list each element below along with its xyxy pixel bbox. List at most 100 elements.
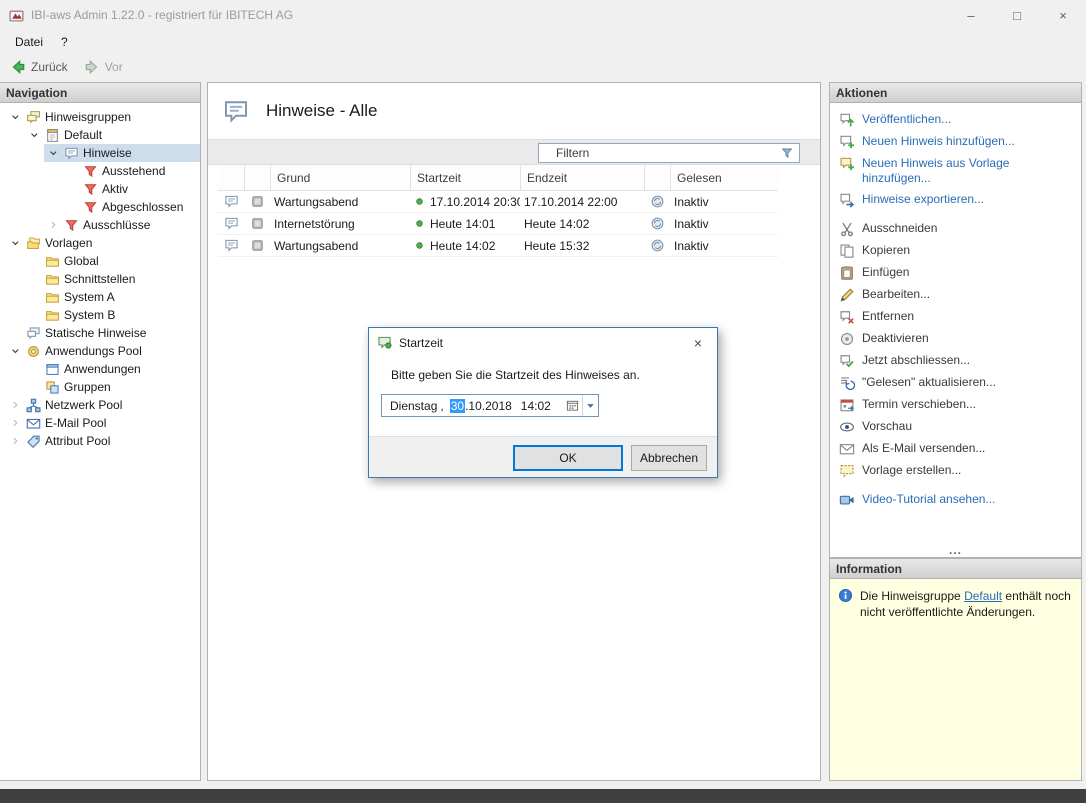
chevron-down-icon[interactable] — [25, 128, 43, 143]
nav-item-gruppen[interactable]: Gruppen — [25, 378, 200, 396]
close-button[interactable]: × — [1040, 0, 1086, 30]
nav-item-aktiv[interactable]: Aktiv — [63, 180, 200, 198]
dialog-close-button[interactable]: × — [680, 329, 716, 357]
cancel-button[interactable]: Abbrechen — [631, 445, 707, 471]
action-deaktivieren[interactable]: Deaktivieren — [830, 328, 1081, 350]
filter-red-icon — [64, 218, 79, 233]
actions-overflow[interactable]: ... — [830, 545, 1081, 556]
nav-item-e-mail-pool[interactable]: E-Mail Pool — [6, 414, 200, 432]
default-group-link[interactable]: Default — [964, 589, 1002, 603]
action-hinweise-exportieren[interactable]: Hinweise exportieren... — [830, 189, 1081, 211]
action-label: Als E-Mail versenden... — [862, 441, 985, 456]
datetime-day-selected[interactable]: 30 — [450, 399, 465, 413]
nav-item-anwendungs-pool[interactable]: Anwendungs Pool — [6, 342, 200, 360]
column-header-icon[interactable] — [644, 165, 670, 190]
action-ver-ffentlichen[interactable]: Veröffentlichen... — [830, 109, 1081, 131]
nav-item-schnittstellen[interactable]: Schnittstellen — [25, 270, 200, 288]
action-kopieren[interactable]: Kopieren — [830, 240, 1081, 262]
datetime-weekday[interactable]: Dienstag — [390, 399, 437, 413]
back-arrow-icon — [10, 59, 26, 75]
datetime-month-year[interactable]: .10.2018 — [465, 399, 512, 413]
action-label: Neuen Hinweis hinzufügen... — [862, 134, 1015, 149]
datetime-time[interactable]: 14:02 — [521, 399, 551, 413]
hint-icon — [224, 216, 239, 231]
column-header-icon[interactable] — [244, 165, 270, 190]
cell-gelesen: Inaktiv — [670, 213, 778, 234]
nav-item-hinweise[interactable]: Hinweise — [44, 144, 200, 162]
calendar-icon[interactable] — [566, 399, 579, 412]
action-vorschau[interactable]: Vorschau — [830, 416, 1081, 438]
nav-item-attribut-pool[interactable]: Attribut Pool — [6, 432, 200, 450]
hint-icon — [224, 238, 239, 253]
action-als-e-mail-versenden[interactable]: Als E-Mail versenden... — [830, 438, 1081, 460]
action-jetzt-abschliessen[interactable]: Jetzt abschliessen... — [830, 350, 1081, 372]
nav-item-label: Hinweise — [83, 146, 132, 160]
action-gelesen-aktualisieren[interactable]: "Gelesen" aktualisieren... — [830, 372, 1081, 394]
nav-item-hinweisgruppen[interactable]: Hinweisgruppen — [6, 108, 200, 126]
dropdown-arrow-icon[interactable] — [584, 399, 597, 412]
nav-item-statische-hinweise[interactable]: Statische Hinweise — [6, 324, 200, 342]
cut-icon — [839, 221, 855, 237]
nav-item-global[interactable]: Global — [25, 252, 200, 270]
action-label: Termin verschieben... — [862, 397, 976, 412]
action-einf-gen[interactable]: Einfügen — [830, 262, 1081, 284]
menu-item-datei[interactable]: Datei — [6, 32, 52, 52]
navigation-tree: HinweisgruppenDefaultHinweiseAusstehendA… — [0, 103, 200, 450]
navigation-panel-header: Navigation — [0, 83, 200, 103]
nav-item-system-a[interactable]: System A — [25, 288, 200, 306]
nav-item-anwendungen[interactable]: Anwendungen — [25, 360, 200, 378]
chevron-down-icon[interactable] — [44, 146, 62, 161]
expander-spacer — [25, 380, 43, 395]
minimize-button[interactable]: – — [948, 0, 994, 30]
filter-funnel-icon[interactable] — [780, 146, 794, 160]
expander-spacer — [63, 200, 81, 215]
column-header-grund[interactable]: Grund — [270, 165, 410, 190]
filter-input[interactable] — [539, 144, 780, 162]
cell-endzeit: Heute 14:02 — [520, 213, 644, 234]
filter-red-icon — [83, 164, 98, 179]
menu-item-[interactable]: ? — [52, 32, 77, 52]
chevron-down-icon[interactable] — [6, 344, 24, 359]
inactive-status-icon — [650, 216, 665, 231]
chevron-right-icon[interactable] — [44, 218, 62, 233]
nav-item-ausstehend[interactable]: Ausstehend — [63, 162, 200, 180]
actions-panel-header: Aktionen — [830, 83, 1081, 103]
column-header-endzeit[interactable]: Endzeit — [520, 165, 644, 190]
maximize-button[interactable]: □ — [994, 0, 1040, 30]
chevron-right-icon[interactable] — [6, 434, 24, 449]
column-header-gelesen[interactable]: Gelesen — [670, 165, 778, 190]
remove-icon — [839, 309, 855, 325]
nav-item-default[interactable]: Default — [25, 126, 200, 144]
table-row[interactable]: WartungsabendHeute 14:02Heute 15:32Inakt… — [218, 235, 778, 257]
action-neuen-hinweis-hinzuf-gen[interactable]: Neuen Hinweis hinzufügen... — [830, 131, 1081, 153]
action-termin-verschieben[interactable]: Termin verschieben... — [830, 394, 1081, 416]
action-bearbeiten[interactable]: Bearbeiten... — [830, 284, 1081, 306]
ok-button[interactable]: OK — [513, 445, 623, 471]
action-vorlage-erstellen[interactable]: Vorlage erstellen... — [830, 460, 1081, 482]
chevron-right-icon[interactable] — [6, 416, 24, 431]
table-row[interactable]: InternetstörungHeute 14:01Heute 14:02Ina… — [218, 213, 778, 235]
nav-item-system-b[interactable]: System B — [25, 306, 200, 324]
datetime-picker[interactable]: Dienstag , 30 .10.2018 14:02 — [381, 394, 599, 417]
nav-item-abgeschlossen[interactable]: Abgeschlossen — [63, 198, 200, 216]
expander-spacer — [25, 254, 43, 269]
action-neuen-hinweis-aus-vorlage-hinzuf-gen[interactable]: Neuen Hinweis aus Vorlage hinzufügen... — [830, 153, 1081, 189]
nav-item-ausschl-sse[interactable]: Ausschlüsse — [44, 216, 200, 234]
information-panel: Information Die Hinweisgruppe Default en… — [829, 558, 1082, 781]
chevron-down-icon[interactable] — [6, 110, 24, 125]
action-entfernen[interactable]: Entfernen — [830, 306, 1081, 328]
hints-title-icon — [221, 98, 251, 125]
right-column: Aktionen Veröffentlichen... Neuen Hinweis… — [829, 82, 1082, 781]
chevron-right-icon[interactable] — [6, 398, 24, 413]
nav-item-vorlagen[interactable]: Vorlagen — [6, 234, 200, 252]
column-header-startzeit[interactable]: Startzeit — [410, 165, 520, 190]
forward-button[interactable]: Vor — [84, 59, 123, 75]
reschedule-icon — [839, 397, 855, 413]
table-row[interactable]: Wartungsabend17.10.2014 20:3017.10.2014 … — [218, 191, 778, 213]
chevron-down-icon[interactable] — [6, 236, 24, 251]
nav-item-netzwerk-pool[interactable]: Netzwerk Pool — [6, 396, 200, 414]
back-button[interactable]: Zurück — [10, 59, 68, 75]
action-ausschneiden[interactable]: Ausschneiden — [830, 218, 1081, 240]
action-video-tutorial-ansehen[interactable]: Video-Tutorial ansehen... — [830, 489, 1081, 511]
column-header-icon[interactable] — [218, 165, 244, 190]
